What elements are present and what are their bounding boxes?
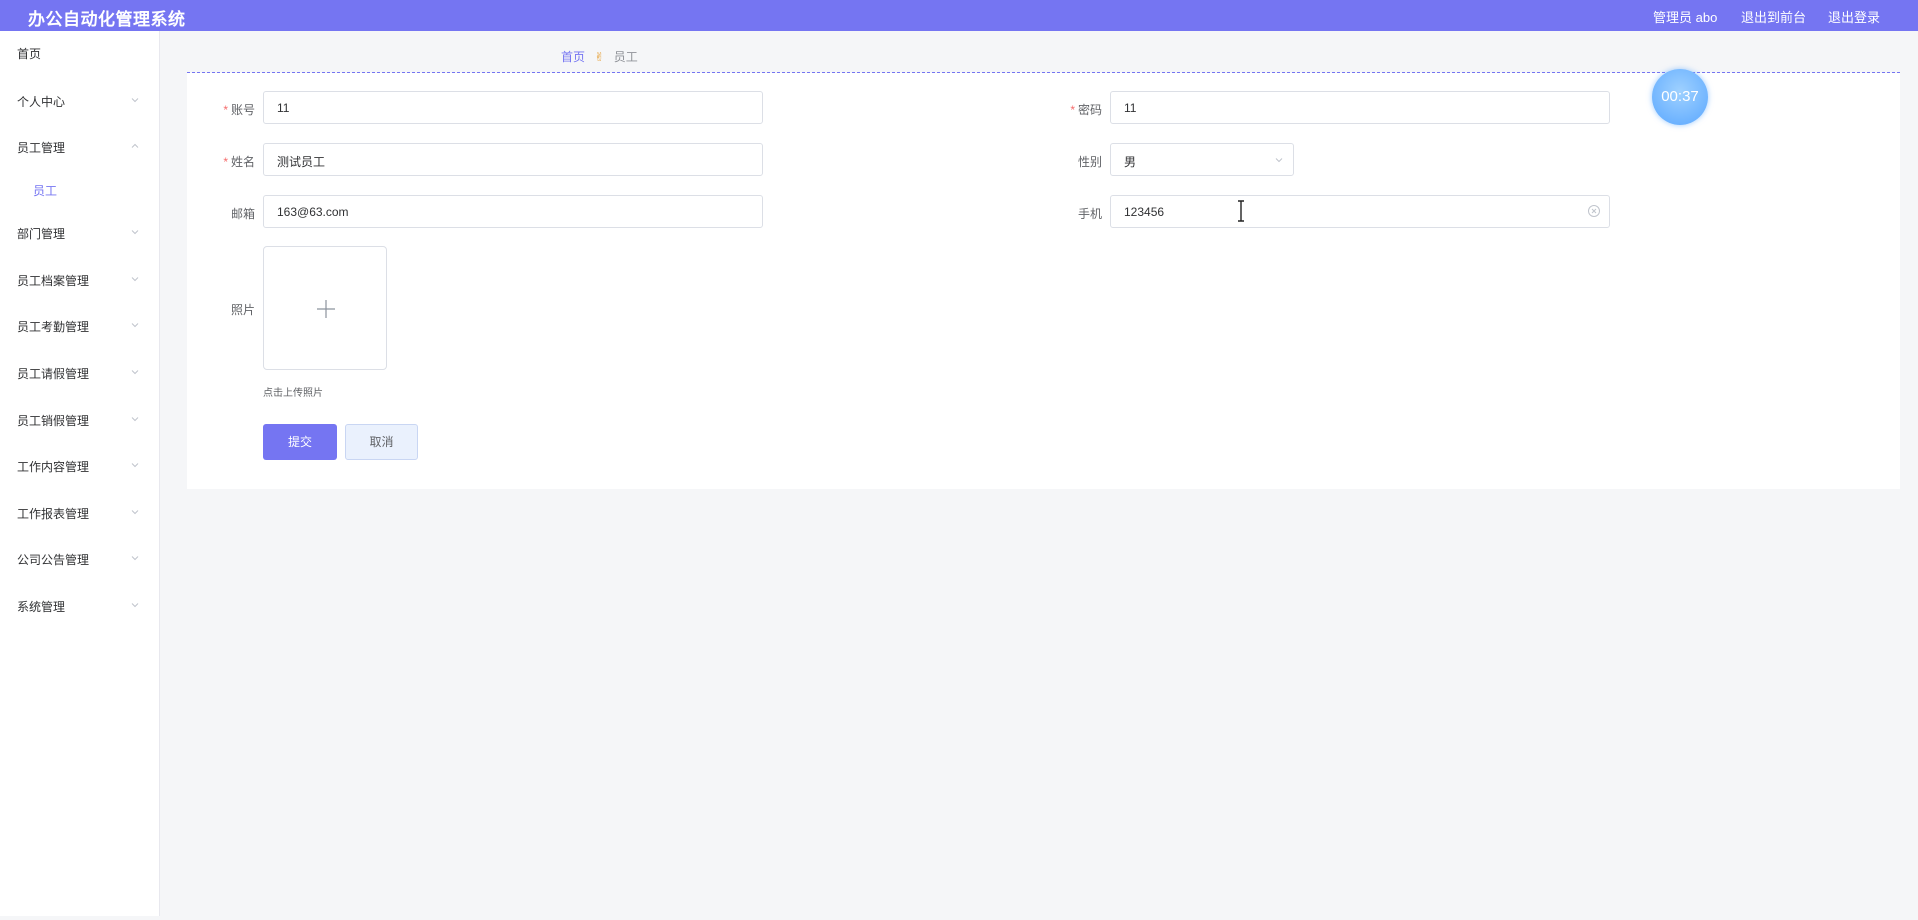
sidebar-item-work-content[interactable]: 工作内容管理 [0, 448, 160, 484]
sidebar-item-system-management[interactable]: 系统管理 [0, 588, 160, 624]
phone-input[interactable]: 123456 [1110, 195, 1610, 228]
plus-icon [317, 300, 335, 318]
sidebar-item-label: 员工管理 [17, 141, 66, 155]
required-mark: * [223, 103, 228, 117]
sidebar-item-employee-archive[interactable]: 员工档案管理 [0, 262, 160, 298]
gender-select[interactable]: 男 [1110, 143, 1294, 176]
breadcrumb-current: 员工 [613, 50, 638, 64]
sidebar-item-company-notice[interactable]: 公司公告管理 [0, 541, 160, 577]
sidebar-item-label: 员工 [33, 184, 58, 198]
phone-label: 手机 [1077, 207, 1102, 221]
email-input[interactable]: 163@63.com [263, 195, 763, 228]
chevron-down-icon [131, 323, 139, 328]
sidebar-item-home[interactable]: 首页 [0, 35, 160, 71]
sidebar-item-label: 员工档案管理 [17, 274, 90, 288]
sidebar-item-label: 员工考勤管理 [17, 320, 90, 334]
chevron-down-icon [131, 230, 139, 235]
account-input[interactable]: 11 [263, 91, 763, 124]
gender-value: 男 [1124, 155, 1137, 169]
required-mark: * [1070, 103, 1075, 117]
sidebar-item-label: 部门管理 [17, 227, 66, 241]
employee-form-panel [187, 73, 1900, 489]
sidebar-item-leave-cancel[interactable]: 员工销假管理 [0, 402, 160, 438]
name-input[interactable]: 测试员工 [263, 143, 763, 176]
timer-badge: 00:37 [1652, 69, 1708, 125]
breadcrumb: 首页 ✌ 员工 [561, 48, 638, 65]
top-header-bar: 办公自动化管理系统 管理员 abo 退出到前台 退出登录 [0, 0, 1918, 31]
chevron-down-icon [131, 277, 139, 282]
exit-to-frontend-link[interactable]: 退出到前台 [1741, 7, 1806, 26]
sidebar-menu: 首页 个人中心 员工管理 员工 部门管理 员工档案管理 员工考勤管理 员工请假管… [0, 31, 160, 916]
sidebar-item-leave-request[interactable]: 员工请假管理 [0, 355, 160, 391]
sidebar-item-label: 工作报表管理 [17, 507, 90, 521]
upload-hint: 点击上传照片 [263, 388, 323, 399]
cancel-button[interactable]: 取消 [345, 424, 418, 460]
chevron-down-icon [131, 98, 139, 103]
logout-link[interactable]: 退出登录 [1828, 7, 1880, 26]
phone-value: 123456 [1124, 205, 1165, 219]
account-value: 11 [277, 101, 290, 115]
sidebar-item-label: 首页 [17, 47, 42, 61]
name-value: 测试员工 [277, 155, 326, 169]
sidebar-item-employee[interactable]: 员工 [0, 172, 160, 208]
sidebar-item-employee-management[interactable]: 员工管理 [0, 129, 160, 165]
sidebar-item-attendance[interactable]: 员工考勤管理 [0, 308, 160, 344]
sidebar-item-personal-center[interactable]: 个人中心 [0, 83, 160, 119]
submit-button[interactable]: 提交 [263, 424, 337, 460]
required-mark: * [223, 155, 228, 169]
sidebar-item-work-report[interactable]: 工作报表管理 [0, 495, 160, 531]
chevron-down-icon [131, 556, 139, 561]
sidebar-item-label: 员工请假管理 [17, 367, 90, 381]
breadcrumb-home-link[interactable]: 首页 [561, 50, 585, 64]
circle-close-icon[interactable] [1587, 204, 1601, 218]
photo-label: 照片 [230, 303, 255, 317]
current-user-label: 管理员 abo [1653, 10, 1718, 25]
sidebar-item-label: 公司公告管理 [17, 553, 90, 567]
name-label: * 姓名 [223, 155, 255, 169]
sidebar-item-label: 工作内容管理 [17, 460, 90, 474]
text-cursor-icon [1238, 200, 1244, 222]
chevron-up-icon [131, 143, 139, 148]
email-value: 163@63.com [277, 205, 349, 219]
chevron-down-icon [131, 510, 139, 515]
password-value: 11 [1124, 101, 1137, 115]
chevron-down-icon [131, 370, 139, 375]
sidebar-item-department-management[interactable]: 部门管理 [0, 215, 160, 251]
chevron-down-icon [131, 603, 139, 608]
hand-icon: ✌ [594, 50, 605, 64]
email-label: 邮箱 [230, 207, 255, 221]
sidebar-item-label: 个人中心 [17, 95, 66, 109]
app-title: 办公自动化管理系统 [28, 10, 186, 29]
photo-upload-box[interactable] [263, 246, 387, 370]
sidebar-item-label: 系统管理 [17, 600, 66, 614]
account-label: * 账号 [223, 103, 255, 117]
chevron-down-icon [1275, 158, 1283, 163]
password-label: * 密码 [1070, 103, 1102, 117]
chevron-down-icon [131, 463, 139, 468]
gender-label: 性别 [1077, 155, 1102, 169]
sidebar-item-label: 员工销假管理 [17, 414, 90, 428]
chevron-down-icon [131, 417, 139, 422]
password-input[interactable]: 11 [1110, 91, 1610, 124]
